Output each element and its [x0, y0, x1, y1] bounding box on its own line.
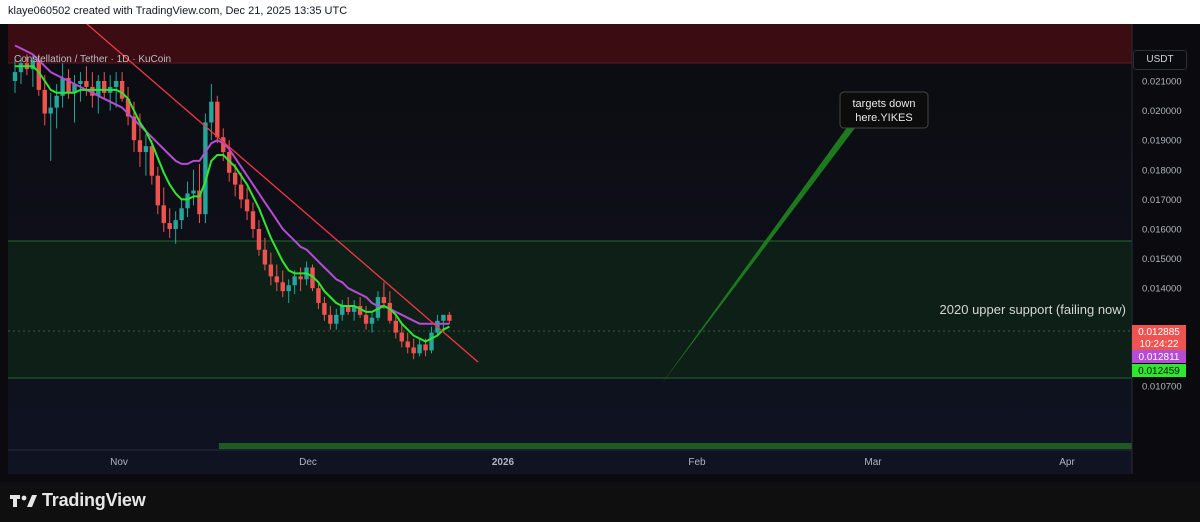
candle-body-up	[340, 305, 345, 315]
ema-fast-value: 0.012459	[1138, 366, 1180, 377]
currency-badge[interactable]: USDT	[1133, 50, 1187, 70]
support-label: 2020 upper support (failing now)	[940, 302, 1126, 317]
candle-body-down	[393, 320, 398, 333]
price-tick-label: 0.019000	[1142, 136, 1182, 147]
candle-body-down	[42, 89, 47, 114]
price-tick-label: 0.017000	[1142, 195, 1182, 206]
candle-body-up	[203, 122, 208, 215]
candle-body-down	[84, 81, 89, 87]
callout-line-1: targets down	[853, 98, 916, 110]
footer: TradingView	[0, 482, 1200, 522]
tradingview-logo-text: TradingView	[42, 490, 146, 510]
last-price-value: 0.012885	[1138, 327, 1180, 338]
candle-body-down	[322, 303, 327, 315]
time-tick-label: Mar	[864, 457, 882, 468]
candle-body-down	[328, 314, 333, 324]
candle-body-up	[54, 95, 59, 108]
price-tick-label: 0.018000	[1142, 165, 1182, 176]
candle-body-down	[161, 205, 166, 224]
candle-body-down	[298, 276, 303, 280]
candle-body-down	[137, 140, 143, 153]
candle-body-down	[238, 184, 244, 200]
price-tick-label: 0.010700	[1142, 381, 1182, 392]
candle-body-down	[262, 249, 268, 265]
candle-body-down	[405, 341, 410, 348]
candle-body-up	[334, 314, 339, 324]
candle-body-down	[119, 81, 125, 99]
candle-body-down	[250, 211, 256, 229]
candle-body-down	[363, 314, 369, 324]
credit-bar: klaye060502 created with TradingView.com…	[0, 0, 1200, 24]
candle-body-up	[429, 332, 434, 351]
price-tick-label: 0.015000	[1142, 254, 1182, 265]
resistance-zone	[8, 24, 1132, 63]
candle-body-up	[173, 220, 178, 229]
candle-body-up	[292, 276, 297, 286]
candle-body-up	[78, 81, 83, 84]
candle-body-down	[244, 199, 250, 212]
tradingview-logo-icon	[10, 494, 37, 507]
candle-body-down	[316, 288, 321, 303]
candle-body-down	[387, 303, 393, 321]
candle-body-down	[102, 81, 107, 93]
credit-text: klaye060502 created with TradingView.com…	[8, 5, 348, 17]
price-tick-label: 0.014000	[1142, 284, 1182, 295]
time-tick-label: 2026	[492, 457, 515, 468]
candle-body-down	[167, 223, 172, 229]
candle-body-down	[381, 297, 387, 303]
candle-body-down	[411, 347, 416, 354]
chart-panel[interactable]: targets down here.YIKES 2020 upper suppo…	[0, 24, 1200, 482]
price-chart[interactable]: targets down here.YIKES 2020 upper suppo…	[0, 24, 1200, 482]
candle-body-down	[447, 314, 452, 321]
candle-body-down	[280, 282, 285, 292]
time-tick-label: Feb	[688, 457, 706, 468]
candle-body-up	[48, 107, 53, 114]
symbol-label: Constellation / Tether · 1D · KuCoin	[14, 54, 172, 65]
ema-slow-value: 0.012811	[1139, 352, 1180, 363]
candle-body-up	[179, 208, 184, 221]
time-tick-label: Dec	[299, 457, 317, 468]
candle-body-up	[191, 190, 196, 194]
time-tick-label: Apr	[1059, 457, 1075, 468]
candle-body-up	[143, 146, 149, 153]
candle-body-down	[423, 344, 428, 351]
candle-body-up	[113, 81, 119, 87]
callout-line-2: here.YIKES	[855, 112, 912, 124]
lower-target-bar	[219, 443, 1132, 449]
candle-body-down	[149, 146, 155, 176]
candle-body-down	[399, 332, 404, 342]
candle-body-down	[256, 229, 262, 250]
candle-body-up	[417, 344, 422, 354]
candle-body-down	[155, 175, 160, 206]
candle-body-up	[12, 72, 18, 81]
price-tick-label: 0.021000	[1142, 77, 1182, 88]
candle-body-down	[232, 172, 238, 185]
candle-body-up	[185, 193, 190, 209]
candle-body-up	[286, 285, 291, 292]
price-tick-label: 0.016000	[1142, 225, 1182, 236]
candle-body-down	[215, 101, 220, 138]
candle-body-down	[274, 276, 279, 283]
candle-body-up	[96, 81, 101, 96]
tradingview-logo[interactable]: TradingView	[10, 490, 146, 511]
candle-body-up	[369, 317, 375, 324]
candle-countdown: 10:24:22	[1140, 339, 1179, 350]
candle-body-up	[209, 101, 214, 123]
price-tick-label: 0.020000	[1142, 106, 1182, 117]
candle-body-down	[268, 264, 274, 277]
time-tick-label: Nov	[110, 457, 128, 468]
candle-body-up	[441, 314, 446, 321]
